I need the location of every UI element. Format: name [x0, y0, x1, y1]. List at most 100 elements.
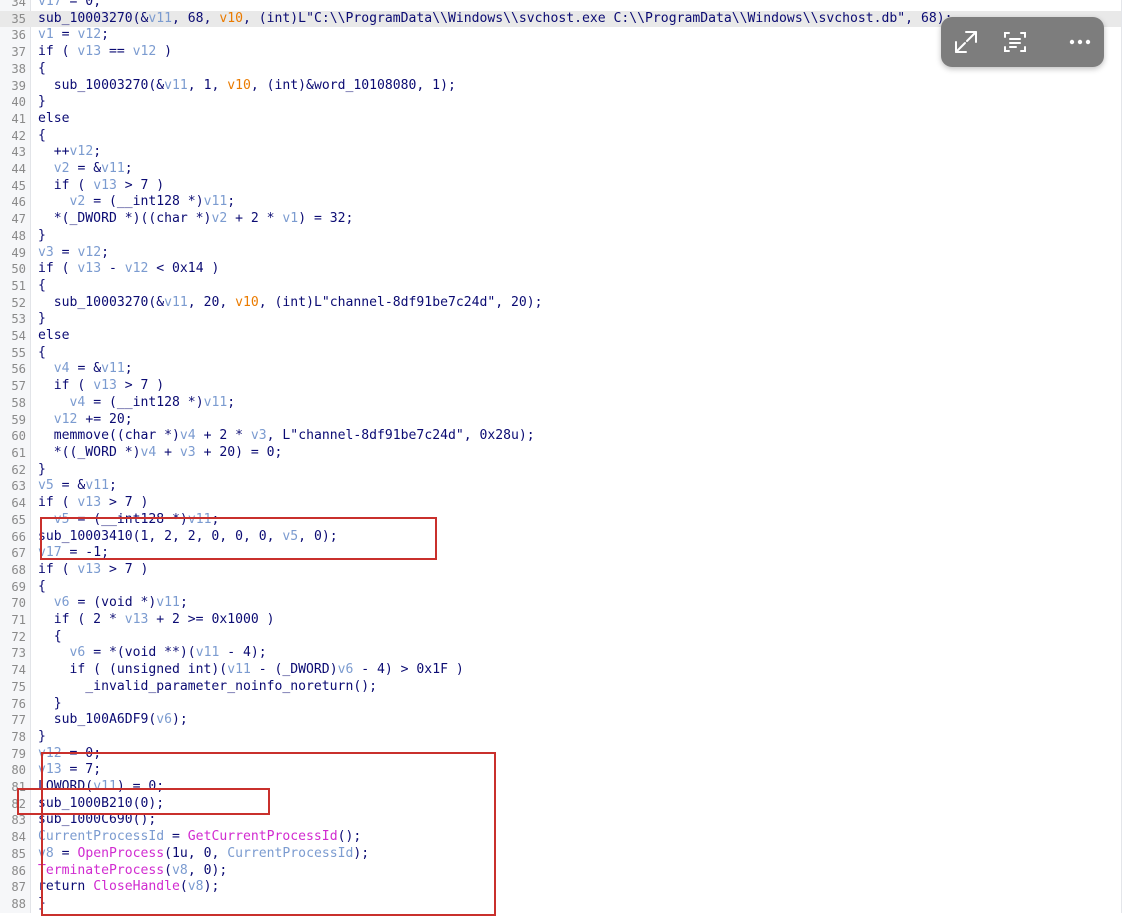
identifier-token: v3: [38, 244, 54, 260]
line-number: 84: [11, 830, 26, 845]
code-line[interactable]: 82 sub_1000B210(0);: [0, 796, 1121, 813]
code-token: > 7 ): [101, 561, 149, 577]
line-number: 38: [11, 61, 26, 76]
code-text: v6 = (void *)v11;: [38, 595, 188, 612]
code-line[interactable]: 85 v8 = OpenProcess(1u, 0, CurrentProcess…: [0, 846, 1121, 863]
code-token: =: [164, 829, 188, 845]
code-token: sub_10003270(&: [38, 10, 149, 26]
code-line[interactable]: 42 {: [0, 128, 1121, 145]
code-text: sub_1000B210(0);: [38, 796, 164, 813]
code-line[interactable]: 50 if ( v13 - v12 < 0x14 ): [0, 261, 1121, 278]
code-line[interactable]: 77 sub_100A6DF9(v6);: [0, 712, 1121, 729]
code-line[interactable]: 46 v2 = (__int128 *)v11;: [0, 194, 1121, 211]
code-line[interactable]: 59 v12 += 20;: [0, 412, 1121, 429]
code-line[interactable]: 51 {: [0, 278, 1121, 295]
line-number: 73: [11, 646, 26, 661]
code-text: if ( 2 * v13 + 2 >= 0x1000 ): [38, 612, 275, 629]
code-line[interactable]: 43 ++v12;: [0, 144, 1121, 161]
code-line[interactable]: 79 v12 = 0;: [0, 746, 1121, 763]
code-line[interactable]: 63 v5 = &v11;: [0, 478, 1121, 495]
expand-button[interactable]: [951, 27, 981, 57]
code-line[interactable]: 80 v13 = 7;: [0, 762, 1121, 779]
code-line[interactable]: 69 {: [0, 579, 1121, 596]
code-line[interactable]: 62}: [0, 462, 1121, 479]
code-line[interactable]: 88}: [0, 896, 1121, 913]
code-line[interactable]: 52 sub_10003270(&v11, 20, v10, (int)L"ch…: [0, 295, 1121, 312]
code-token: if ( (unsigned int)(: [38, 662, 228, 678]
code-line[interactable]: 41 else: [0, 111, 1121, 128]
line-number: 35: [11, 11, 26, 26]
code-line[interactable]: 47 *(_DWORD *)((char *)v2 + 2 * v1) = 32…: [0, 211, 1121, 228]
code-line[interactable]: 48}: [0, 228, 1121, 245]
code-line[interactable]: 39 sub_10003270(&v11, 1, v10, (int)&word…: [0, 78, 1121, 95]
line-number: 52: [11, 295, 26, 310]
identifier-token: v11: [187, 511, 212, 527]
code-token: , (int)L"channel-8df91be7c24d", 20);: [258, 294, 543, 310]
code-line[interactable]: 68 if ( v13 > 7 ): [0, 562, 1121, 579]
code-text: v17 = 0;: [38, 0, 101, 11]
code-line[interactable]: 58 v4 = (__int128 *)v11;: [0, 395, 1121, 412]
code-line[interactable]: 60 memmove((char *)v4 + 2 * v3, L"channe…: [0, 428, 1121, 445]
code-token: ;: [227, 194, 236, 210]
identifier-token: v6: [337, 662, 354, 678]
identifier-token: v11: [203, 194, 228, 210]
code-line[interactable]: 87 return CloseHandle(v8);: [0, 879, 1121, 896]
code-line[interactable]: 56 v4 = &v11;: [0, 361, 1121, 378]
pseudocode-view[interactable]: 34 v17 = 0; 35 sub_10003270(&v11, 68, v10, …: [0, 0, 1122, 913]
code-line[interactable]: 44 v2 = &v11;: [0, 161, 1121, 178]
code-line[interactable]: 73 v6 = *(void **)(v11 - 4);: [0, 645, 1121, 662]
code-token: {: [38, 277, 46, 293]
line-number: 34: [11, 0, 26, 9]
code-line[interactable]: 34 v17 = 0;: [0, 0, 1121, 11]
code-line[interactable]: 72 {: [0, 629, 1121, 646]
code-token: = -1;: [61, 545, 109, 561]
identifier-token: v10: [235, 294, 259, 310]
code-line[interactable]: 71 if ( 2 * v13 + 2 >= 0x1000 ): [0, 612, 1121, 629]
code-token: if (: [38, 561, 78, 577]
text-recognize-button[interactable]: [1000, 27, 1030, 57]
identifier-token: v13: [93, 378, 117, 394]
code-token: , 0);: [298, 528, 338, 544]
identifier-token: v12: [77, 244, 102, 260]
code-line[interactable]: 65 v5 = (__int128 *)v11;: [0, 512, 1121, 529]
code-token: ();: [337, 829, 362, 845]
code-token: - (_DWORD): [250, 662, 338, 678]
code-line[interactable]: 75 _invalid_parameter_noinfo_noreturn();: [0, 679, 1121, 696]
code-token: < 0x14 ): [148, 261, 220, 277]
code-text: ++v12;: [38, 144, 101, 161]
line-number: 82: [11, 796, 26, 811]
code-line[interactable]: 86 TerminateProcess(v8, 0);: [0, 863, 1121, 880]
code-line[interactable]: 54 else: [0, 328, 1121, 345]
code-line[interactable]: 55 {: [0, 345, 1121, 362]
code-line[interactable]: 74 if ( (unsigned int)(v11 - (_DWORD)v6 …: [0, 662, 1121, 679]
code-line[interactable]: 45 if ( v13 > 7 ): [0, 178, 1121, 195]
code-line[interactable]: 66 sub_10003410(1, 2, 2, 0, 0, 0, v5, 0);: [0, 529, 1121, 546]
code-token: + 2 *: [195, 428, 251, 444]
code-line[interactable]: 83 sub_1000C690();: [0, 812, 1121, 829]
code-line[interactable]: 81 LOWORD(v11) = 0;: [0, 779, 1121, 796]
code-line[interactable]: 61 *((_WORD *)v4 + v3 + 20) = 0;: [0, 445, 1121, 462]
code-line[interactable]: 70 v6 = (void *)v11;: [0, 595, 1121, 612]
code-line[interactable]: 64 if ( v13 > 7 ): [0, 495, 1121, 512]
identifier-token: v8: [187, 879, 204, 895]
code-line[interactable]: 40}: [0, 94, 1121, 111]
text-recognize-icon: [1004, 32, 1026, 52]
code-token: = 0;: [61, 745, 102, 761]
code-line[interactable]: 67 v17 = -1;: [0, 545, 1121, 562]
identifier-token: v5: [38, 478, 54, 494]
identifier-token: v10: [219, 10, 243, 26]
more-options-button[interactable]: [1065, 27, 1095, 57]
code-line[interactable]: 57 if ( v13 > 7 ): [0, 378, 1121, 395]
line-number: 54: [11, 329, 26, 344]
code-line[interactable]: 49 v3 = v12;: [0, 245, 1121, 262]
line-number: 41: [11, 111, 26, 126]
code-line[interactable]: 78}: [0, 729, 1121, 746]
code-line[interactable]: 76 }: [0, 696, 1121, 713]
code-line[interactable]: 84 CurrentProcessId = GetCurrentProcessId…: [0, 829, 1121, 846]
code-line[interactable]: 53}: [0, 311, 1121, 328]
code-text: v1 = v12;: [38, 27, 109, 44]
identifier-token: v8: [172, 862, 188, 878]
code-text: return CloseHandle(v8);: [38, 879, 219, 896]
